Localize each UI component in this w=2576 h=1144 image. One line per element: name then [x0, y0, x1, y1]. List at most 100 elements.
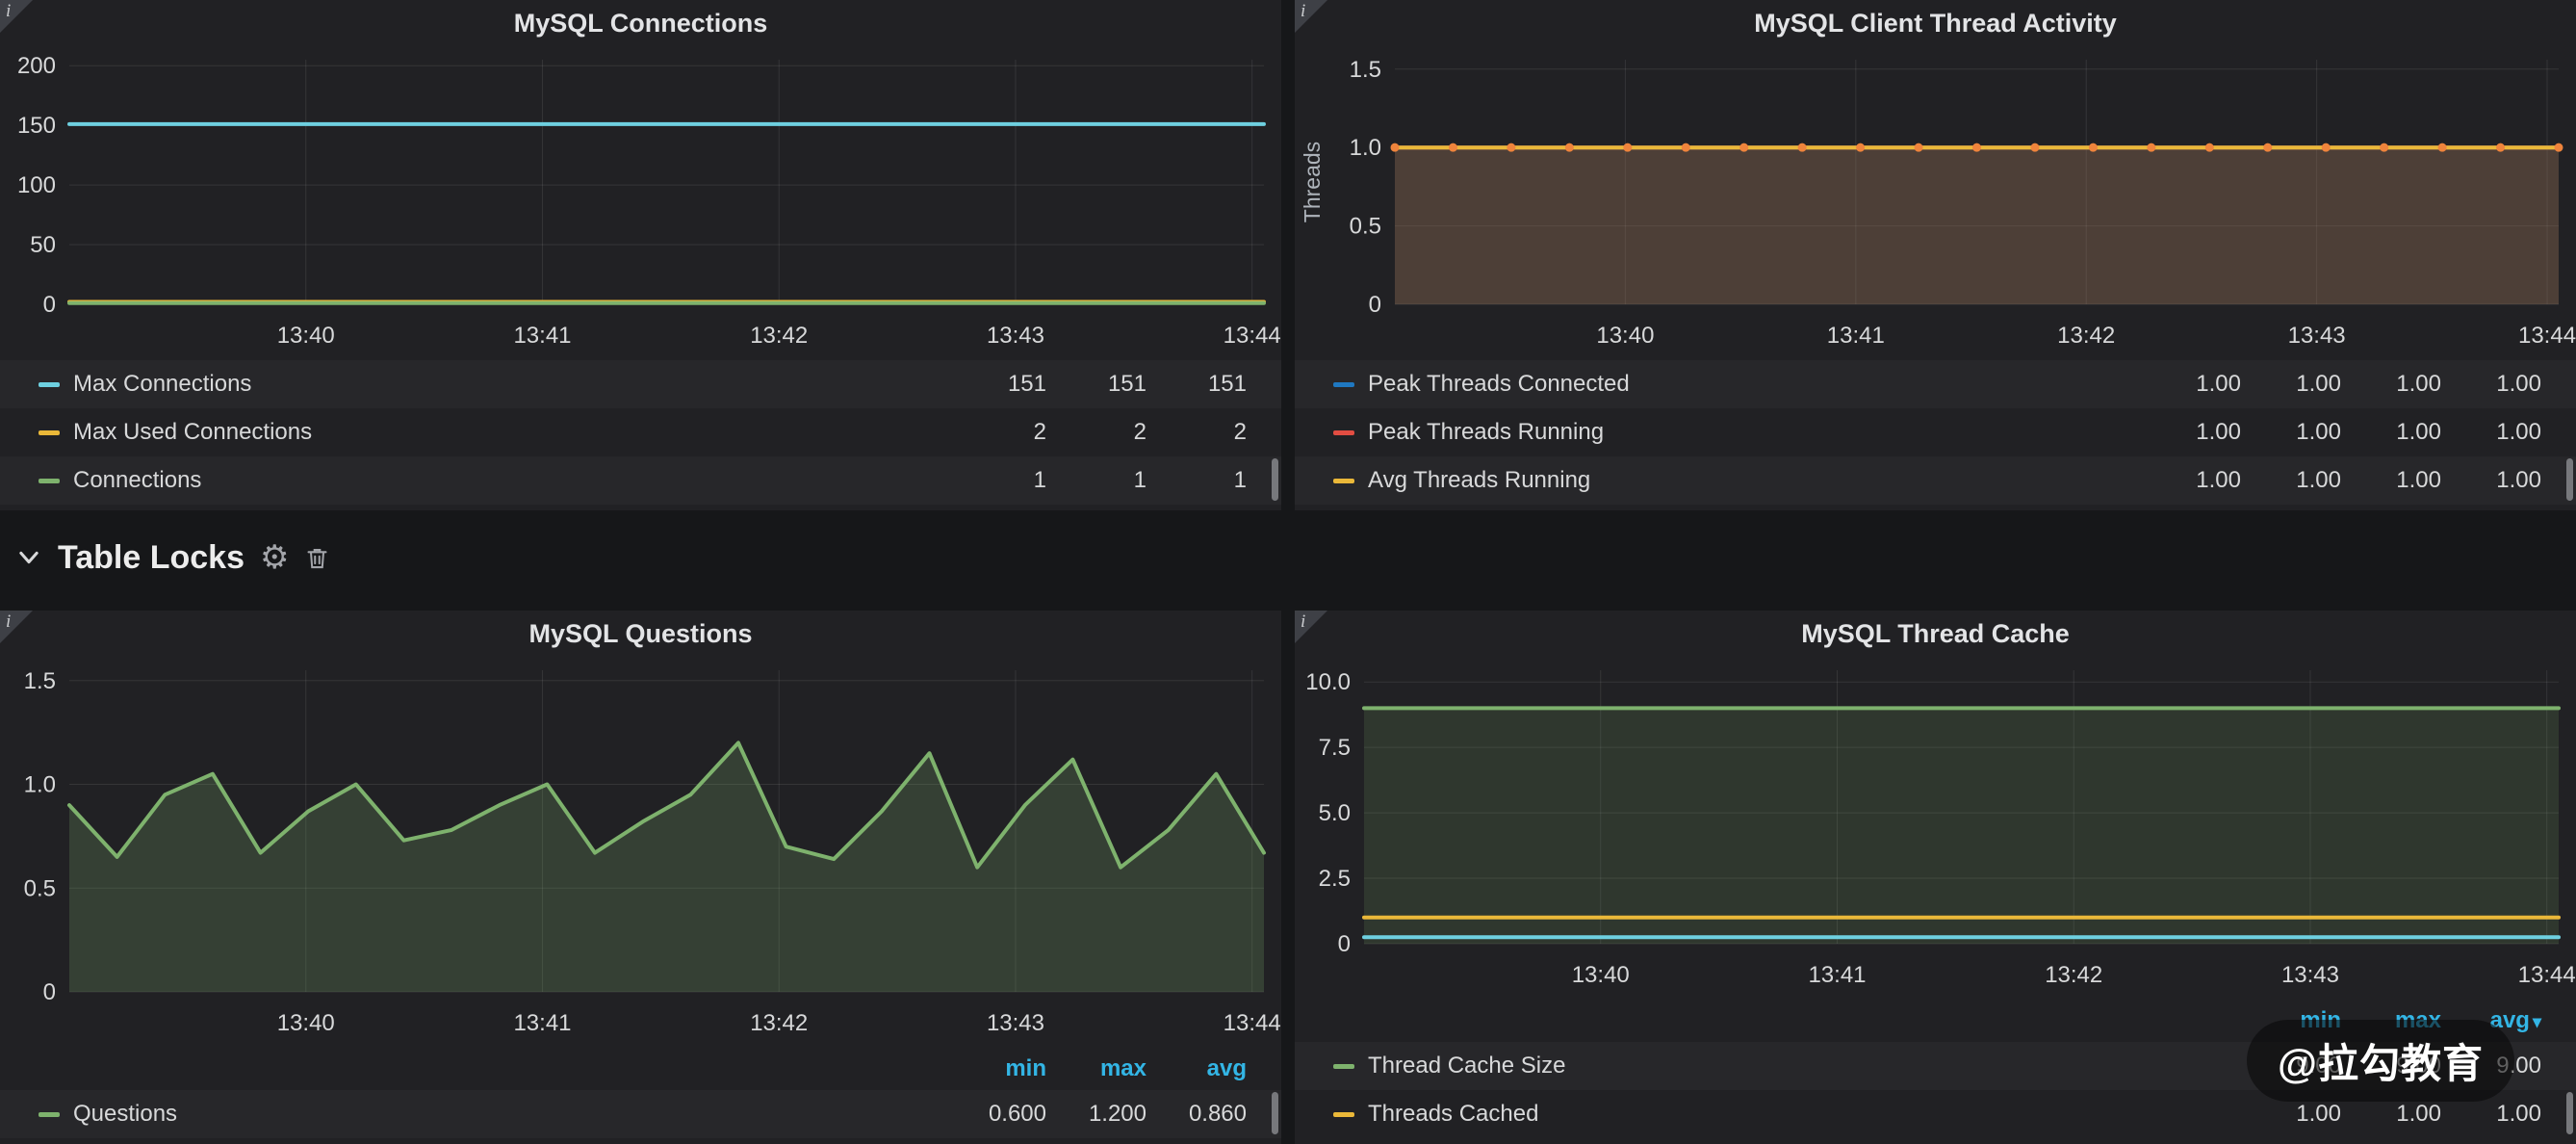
legend-value: 1.00 [2341, 371, 2441, 398]
info-i-glyph: i [1301, 1, 1305, 22]
svg-text:13:44: 13:44 [2518, 323, 2576, 349]
series-color-swatch [39, 1112, 60, 1117]
panel-info-icon[interactable]: i [0, 0, 33, 33]
legend-value: 1 [946, 467, 1046, 494]
svg-text:13:42: 13:42 [2045, 962, 2102, 988]
legend-col-header-avg[interactable]: avg [1146, 1055, 1247, 1082]
dashboard-row-bottom: i MySQL Questions 00.51.01.513:4013:4113… [0, 611, 2576, 1144]
chevron-down-icon[interactable] [15, 544, 42, 571]
timeseries-chart[interactable]: 05010015020013:4013:4113:4213:4313:44 [0, 46, 1281, 360]
legend-value: 1 [1146, 467, 1247, 494]
panel-info-icon[interactable]: i [0, 611, 33, 643]
panel-mysql-questions: i MySQL Questions 00.51.01.513:4013:4113… [0, 611, 1281, 1144]
legend-value: 1.00 [2241, 371, 2341, 398]
legend-series[interactable]: Connections [39, 467, 946, 494]
series-color-swatch [39, 430, 60, 435]
panel-info-icon[interactable]: i [1295, 0, 1327, 33]
legend-row[interactable]: Max Connections151151151 [0, 360, 1281, 408]
svg-text:0: 0 [43, 979, 56, 1005]
legend-table: Peak Threads Connected1.001.001.001.00Pe… [1295, 360, 2576, 510]
svg-text:0: 0 [1369, 292, 1381, 318]
legend-value: 1.00 [2441, 467, 2541, 494]
svg-text:13:41: 13:41 [1808, 962, 1866, 988]
legend-value: 1.00 [2141, 467, 2241, 494]
legend-row[interactable]: Max Used Connections222 [0, 408, 1281, 456]
series-label[interactable]: Peak Threads Connected [1368, 371, 1630, 398]
trash-icon[interactable] [304, 545, 330, 571]
panel-title[interactable]: MySQL Thread Cache [1295, 611, 2576, 657]
svg-text:13:44: 13:44 [1224, 323, 1281, 349]
legend-value: 1.00 [2341, 419, 2441, 446]
row-header-table-locks[interactable]: Table Locks ⚙ [0, 510, 2576, 611]
legend-series[interactable]: Max Connections [39, 371, 946, 398]
legend-value: 1.00 [2141, 371, 2241, 398]
legend-series[interactable]: Avg Threads Running [1333, 467, 2141, 494]
series-label[interactable]: Thread Cache Size [1368, 1053, 1565, 1079]
svg-text:13:41: 13:41 [513, 323, 571, 349]
svg-text:13:43: 13:43 [2281, 962, 2339, 988]
legend-col-header-min[interactable]: min [946, 1055, 1046, 1082]
series-color-swatch [1333, 479, 1354, 483]
series-label[interactable]: Max Used Connections [73, 419, 312, 446]
legend-value: 1.00 [2241, 467, 2341, 494]
series-label[interactable]: Avg Threads Running [1368, 467, 1590, 494]
info-i-glyph: i [6, 1, 11, 22]
panel-title[interactable]: MySQL Client Thread Activity [1295, 0, 2576, 46]
panel-title[interactable]: MySQL Questions [0, 611, 1281, 657]
row-title[interactable]: Table Locks [58, 539, 245, 577]
legend-series[interactable]: Peak Threads Running [1333, 419, 2141, 446]
watermark-badge: @拉勾教育 [2247, 1020, 2514, 1102]
svg-text:1.5: 1.5 [1350, 57, 1381, 83]
chart-area: 02.55.07.510.013:4013:4113:4213:4313:44 [1295, 657, 2576, 1000]
timeseries-chart[interactable]: 02.55.07.510.013:4013:4113:4213:4313:44 [1295, 657, 2576, 1000]
chart-area: 00.51.01.513:4013:4113:4213:4313:44 [0, 657, 1281, 1048]
series-label[interactable]: Questions [73, 1101, 177, 1128]
series-label[interactable]: Connections [73, 467, 201, 494]
svg-text:1.0: 1.0 [1350, 135, 1381, 161]
legend-series[interactable]: Questions [39, 1101, 946, 1128]
gear-glyph: ⚙ [260, 541, 289, 574]
legend-value: 1.00 [2141, 419, 2241, 446]
chart-area: 00.51.01.513:4013:4113:4213:4313:44Threa… [1295, 46, 2576, 360]
legend-value: 0.860 [1146, 1101, 1247, 1128]
chart-area: 05010015020013:4013:4113:4213:4313:44 [0, 46, 1281, 360]
svg-text:13:44: 13:44 [1224, 1010, 1281, 1036]
legend-row[interactable]: Peak Threads Connected1.001.001.001.00 [1295, 360, 2576, 408]
svg-text:100: 100 [17, 172, 56, 198]
gear-icon[interactable]: ⚙ [260, 541, 289, 574]
series-color-swatch [1333, 1064, 1354, 1069]
legend-series[interactable]: Thread Cache Size [1333, 1053, 2241, 1079]
legend-row[interactable]: Avg Threads Running1.001.001.001.00 [1295, 456, 2576, 505]
panel-scrollbar[interactable] [1272, 458, 1278, 501]
svg-text:13:43: 13:43 [987, 1010, 1044, 1036]
svg-text:2.5: 2.5 [1319, 866, 1351, 892]
legend-series[interactable]: Peak Threads Connected [1333, 371, 2141, 398]
legend-value: 1.00 [2341, 467, 2441, 494]
svg-text:13:42: 13:42 [750, 1010, 808, 1036]
series-label[interactable]: Peak Threads Running [1368, 419, 1604, 446]
legend-row[interactable]: Peak Threads Running1.001.001.001.00 [1295, 408, 2576, 456]
legend-value: 151 [1046, 371, 1146, 398]
timeseries-chart[interactable]: 00.51.01.513:4013:4113:4213:4313:44 [0, 657, 1281, 1048]
legend-series[interactable]: Max Used Connections [39, 419, 946, 446]
timeseries-chart[interactable]: 00.51.01.513:4013:4113:4213:4313:44Threa… [1295, 46, 2576, 360]
panel-scrollbar[interactable] [2566, 1092, 2573, 1134]
series-label[interactable]: Threads Cached [1368, 1101, 1538, 1128]
svg-text:13:40: 13:40 [277, 323, 335, 349]
legend-value: 1.00 [2441, 419, 2541, 446]
legend-row[interactable]: Questions0.6001.2000.860 [0, 1090, 1281, 1138]
panel-scrollbar[interactable] [1272, 1092, 1278, 1134]
legend-table: minmaxavg Questions0.6001.2000.860 [0, 1048, 1281, 1144]
legend-value: 1 [1046, 467, 1146, 494]
legend-col-header-max[interactable]: max [1046, 1055, 1146, 1082]
series-color-swatch [39, 382, 60, 387]
legend-row[interactable]: Connections111 [0, 456, 1281, 505]
dashboard: i MySQL Connections 05010015020013:4013:… [0, 0, 2576, 1144]
panel-title[interactable]: MySQL Connections [0, 0, 1281, 46]
sort-caret-icon: ▾ [2533, 1012, 2541, 1031]
panel-scrollbar[interactable] [2566, 458, 2573, 501]
series-label[interactable]: Max Connections [73, 371, 251, 398]
legend-series[interactable]: Threads Cached [1333, 1101, 2241, 1128]
panel-info-icon[interactable]: i [1295, 611, 1327, 643]
legend-value: 1.00 [2441, 1101, 2541, 1128]
